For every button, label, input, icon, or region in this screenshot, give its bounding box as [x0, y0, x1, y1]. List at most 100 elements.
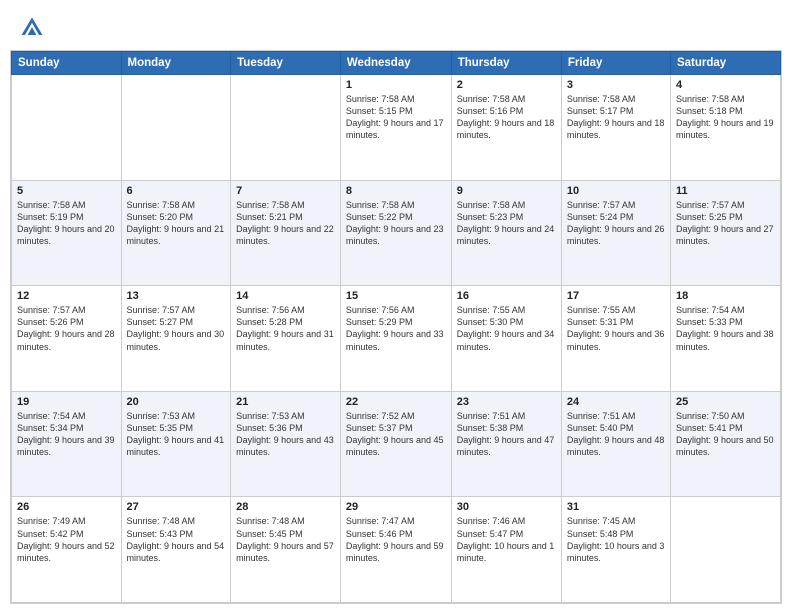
week-row-1: 1 Sunrise: 7:58 AMSunset: 5:15 PMDaylight… [12, 75, 781, 181]
day-info: Sunrise: 7:53 AMSunset: 5:36 PMDaylight:… [236, 410, 335, 459]
day-header-sunday: Sunday [12, 52, 122, 75]
day-number: 24 [567, 396, 665, 408]
calendar-cell: 23 Sunrise: 7:51 AMSunset: 5:38 PMDayligh… [451, 391, 561, 497]
day-info: Sunrise: 7:58 AMSunset: 5:20 PMDaylight:… [127, 199, 226, 248]
calendar-cell: 24 Sunrise: 7:51 AMSunset: 5:40 PMDayligh… [561, 391, 670, 497]
day-info: Sunrise: 7:48 AMSunset: 5:43 PMDaylight:… [127, 515, 226, 564]
day-info: Sunrise: 7:48 AMSunset: 5:45 PMDaylight:… [236, 515, 335, 564]
day-number: 4 [676, 79, 775, 91]
day-header-wednesday: Wednesday [340, 52, 451, 75]
day-number: 12 [17, 290, 116, 302]
calendar-cell: 14 Sunrise: 7:56 AMSunset: 5:28 PMDayligh… [231, 286, 341, 392]
day-header-saturday: Saturday [670, 52, 780, 75]
day-header-thursday: Thursday [451, 52, 561, 75]
day-info: Sunrise: 7:51 AMSunset: 5:40 PMDaylight:… [567, 410, 665, 459]
day-number: 30 [457, 501, 556, 513]
day-number: 2 [457, 79, 556, 91]
day-number: 31 [567, 501, 665, 513]
day-number: 3 [567, 79, 665, 91]
calendar-cell: 19Sunrise: 7:54 AMSunset: 5:34 PMDayligh… [12, 391, 122, 497]
calendar-cell [12, 75, 122, 181]
calendar-cell: 27 Sunrise: 7:48 AMSunset: 5:43 PMDayligh… [121, 497, 231, 603]
day-number: 18 [676, 290, 775, 302]
day-number: 16 [457, 290, 556, 302]
calendar-cell: 26Sunrise: 7:49 AMSunset: 5:42 PMDayligh… [12, 497, 122, 603]
week-row-2: 5 Sunrise: 7:58 AMSunset: 5:19 PMDaylight… [12, 180, 781, 286]
day-number: 17 [567, 290, 665, 302]
day-number: 22 [346, 396, 446, 408]
calendar-body: 1 Sunrise: 7:58 AMSunset: 5:15 PMDaylight… [12, 75, 781, 603]
calendar-cell: 21 Sunrise: 7:53 AMSunset: 5:36 PMDayligh… [231, 391, 341, 497]
day-number: 5 [17, 185, 116, 197]
day-number: 13 [127, 290, 226, 302]
day-info: Sunrise: 7:57 AMSunset: 5:26 PMDaylight:… [17, 304, 116, 353]
day-info: Sunrise: 7:58 AMSunset: 5:16 PMDaylight:… [457, 93, 556, 142]
day-number: 27 [127, 501, 226, 513]
day-info: Sunrise: 7:52 AMSunset: 5:37 PMDaylight:… [346, 410, 446, 459]
calendar-cell: 17 Sunrise: 7:55 AMSunset: 5:31 PMDayligh… [561, 286, 670, 392]
day-header-monday: Monday [121, 52, 231, 75]
day-number: 15 [346, 290, 446, 302]
day-info: Sunrise: 7:58 AMSunset: 5:23 PMDaylight:… [457, 199, 556, 248]
calendar-cell [121, 75, 231, 181]
day-info: Sunrise: 7:47 AMSunset: 5:46 PMDaylight:… [346, 515, 446, 564]
day-number: 9 [457, 185, 556, 197]
calendar-header: SundayMondayTuesdayWednesdayThursdayFrid… [12, 52, 781, 75]
page: SundayMondayTuesdayWednesdayThursdayFrid… [0, 0, 792, 612]
day-info: Sunrise: 7:55 AMSunset: 5:30 PMDaylight:… [457, 304, 556, 353]
day-info: Sunrise: 7:51 AMSunset: 5:38 PMDaylight:… [457, 410, 556, 459]
day-number: 19 [17, 396, 116, 408]
week-row-5: 26Sunrise: 7:49 AMSunset: 5:42 PMDayligh… [12, 497, 781, 603]
day-info: Sunrise: 7:50 AMSunset: 5:41 PMDaylight:… [676, 410, 775, 459]
calendar-cell: 22 Sunrise: 7:52 AMSunset: 5:37 PMDayligh… [340, 391, 451, 497]
calendar-cell: 6 Sunrise: 7:58 AMSunset: 5:20 PMDaylight… [121, 180, 231, 286]
calendar-cell: 15 Sunrise: 7:56 AMSunset: 5:29 PMDayligh… [340, 286, 451, 392]
day-info: Sunrise: 7:58 AMSunset: 5:21 PMDaylight:… [236, 199, 335, 248]
day-info: Sunrise: 7:58 AMSunset: 5:18 PMDaylight:… [676, 93, 775, 142]
day-number: 25 [676, 396, 775, 408]
day-info: Sunrise: 7:56 AMSunset: 5:29 PMDaylight:… [346, 304, 446, 353]
day-info: Sunrise: 7:56 AMSunset: 5:28 PMDaylight:… [236, 304, 335, 353]
calendar-cell: 12 Sunrise: 7:57 AMSunset: 5:26 PMDayligh… [12, 286, 122, 392]
day-info: Sunrise: 7:53 AMSunset: 5:35 PMDaylight:… [127, 410, 226, 459]
calendar-cell: 16 Sunrise: 7:55 AMSunset: 5:30 PMDayligh… [451, 286, 561, 392]
calendar-cell: 4 Sunrise: 7:58 AMSunset: 5:18 PMDaylight… [670, 75, 780, 181]
day-number: 6 [127, 185, 226, 197]
day-number: 10 [567, 185, 665, 197]
calendar-cell: 28Sunrise: 7:48 AMSunset: 5:45 PMDayligh… [231, 497, 341, 603]
calendar-cell: 29 Sunrise: 7:47 AMSunset: 5:46 PMDayligh… [340, 497, 451, 603]
day-info: Sunrise: 7:57 AMSunset: 5:24 PMDaylight:… [567, 199, 665, 248]
day-info: Sunrise: 7:58 AMSunset: 5:15 PMDaylight:… [346, 93, 446, 142]
day-info: Sunrise: 7:58 AMSunset: 5:19 PMDaylight:… [17, 199, 116, 248]
calendar-cell: 20 Sunrise: 7:53 AMSunset: 5:35 PMDayligh… [121, 391, 231, 497]
day-number: 7 [236, 185, 335, 197]
week-row-3: 12 Sunrise: 7:57 AMSunset: 5:26 PMDayligh… [12, 286, 781, 392]
days-of-week-row: SundayMondayTuesdayWednesdayThursdayFrid… [12, 52, 781, 75]
week-row-4: 19Sunrise: 7:54 AMSunset: 5:34 PMDayligh… [12, 391, 781, 497]
day-number: 8 [346, 185, 446, 197]
day-info: Sunrise: 7:46 AMSunset: 5:47 PMDaylight:… [457, 515, 556, 564]
day-info: Sunrise: 7:54 AMSunset: 5:33 PMDaylight:… [676, 304, 775, 353]
day-info: Sunrise: 7:58 AMSunset: 5:22 PMDaylight:… [346, 199, 446, 248]
day-header-tuesday: Tuesday [231, 52, 341, 75]
calendar-cell: 11Sunrise: 7:57 AMSunset: 5:25 PMDayligh… [670, 180, 780, 286]
day-number: 21 [236, 396, 335, 408]
header [0, 0, 792, 50]
day-number: 14 [236, 290, 335, 302]
calendar-cell: 10 Sunrise: 7:57 AMSunset: 5:24 PMDayligh… [561, 180, 670, 286]
day-number: 26 [17, 501, 116, 513]
day-info: Sunrise: 7:45 AMSunset: 5:48 PMDaylight:… [567, 515, 665, 564]
calendar-cell [670, 497, 780, 603]
day-number: 23 [457, 396, 556, 408]
calendar-cell: 7 Sunrise: 7:58 AMSunset: 5:21 PMDaylight… [231, 180, 341, 286]
calendar-cell: 8 Sunrise: 7:58 AMSunset: 5:22 PMDaylight… [340, 180, 451, 286]
day-info: Sunrise: 7:55 AMSunset: 5:31 PMDaylight:… [567, 304, 665, 353]
calendar-cell [231, 75, 341, 181]
day-number: 1 [346, 79, 446, 91]
day-number: 29 [346, 501, 446, 513]
calendar-cell: 13Sunrise: 7:57 AMSunset: 5:27 PMDayligh… [121, 286, 231, 392]
logo [18, 14, 50, 42]
calendar-cell: 3Sunrise: 7:58 AMSunset: 5:17 PMDaylight… [561, 75, 670, 181]
calendar-cell: 31 Sunrise: 7:45 AMSunset: 5:48 PMDayligh… [561, 497, 670, 603]
day-number: 20 [127, 396, 226, 408]
